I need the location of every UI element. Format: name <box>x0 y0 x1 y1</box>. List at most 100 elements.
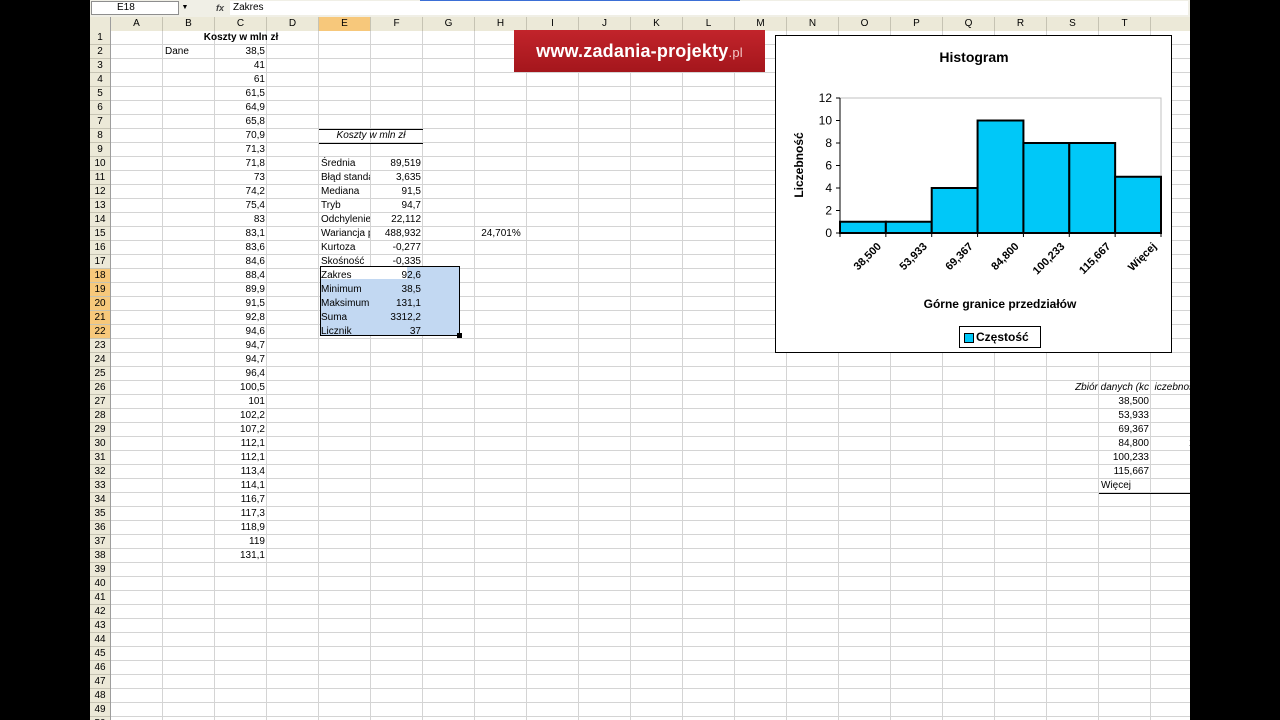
cell[interactable]: Skośność <box>321 255 370 269</box>
row-header[interactable]: 31 <box>90 451 110 465</box>
cell[interactable]: 91,5 <box>373 185 421 199</box>
column-header[interactable]: T <box>1099 17 1151 31</box>
select-all-corner[interactable] <box>90 17 111 31</box>
column-header[interactable]: A <box>111 17 163 31</box>
cell[interactable]: 96,4 <box>217 367 265 381</box>
fill-handle[interactable] <box>457 333 462 338</box>
row-header[interactable]: 40 <box>90 577 110 591</box>
cell[interactable]: Mediana <box>321 185 370 199</box>
cell[interactable]: 71,3 <box>217 143 265 157</box>
row-header[interactable]: 24 <box>90 353 110 367</box>
row-header[interactable]: 38 <box>90 549 110 563</box>
row-header[interactable]: 4 <box>90 73 110 87</box>
cell[interactable]: Maksimum <box>321 297 370 311</box>
cell[interactable]: 83,6 <box>217 241 265 255</box>
row-header[interactable]: 2 <box>90 45 110 59</box>
cell[interactable]: 64,9 <box>217 101 265 115</box>
cell[interactable]: 70,9 <box>217 129 265 143</box>
column-header[interactable]: R <box>995 17 1047 31</box>
column-header[interactable]: Q <box>943 17 995 31</box>
cell[interactable]: 89,519 <box>373 157 421 171</box>
row-header[interactable]: 17 <box>90 255 110 269</box>
row-header[interactable]: 21 <box>90 311 110 325</box>
cell[interactable]: 53,933 <box>1101 409 1149 423</box>
cell[interactable]: 41 <box>217 59 265 73</box>
cell[interactable]: 119 <box>217 535 265 549</box>
cell[interactable]: 38,5 <box>373 283 421 297</box>
cell[interactable]: 114,1 <box>217 479 265 493</box>
row-header[interactable]: 41 <box>90 591 110 605</box>
chart-legend[interactable]: Częstość <box>959 326 1041 348</box>
cell[interactable]: Średnia <box>321 157 370 171</box>
row-header[interactable]: 6 <box>90 101 110 115</box>
function-icon[interactable]: fx <box>216 1 230 15</box>
row-header[interactable]: 44 <box>90 633 110 647</box>
row-header[interactable]: 15 <box>90 227 110 241</box>
cell[interactable]: 37 <box>373 325 421 339</box>
cell[interactable]: 91,5 <box>217 297 265 311</box>
name-box-dropdown-icon[interactable]: ▼ <box>180 1 190 15</box>
cell[interactable]: 112,1 <box>217 437 265 451</box>
column-header[interactable]: S <box>1047 17 1099 31</box>
cell[interactable]: 94,7 <box>217 353 265 367</box>
row-header[interactable]: 48 <box>90 689 110 703</box>
column-header[interactable]: G <box>423 17 475 31</box>
column-header[interactable]: K <box>631 17 683 31</box>
column-header[interactable]: O <box>839 17 891 31</box>
cell[interactable]: 100,5 <box>217 381 265 395</box>
column-header[interactable]: N <box>787 17 839 31</box>
column-header[interactable]: I <box>527 17 579 31</box>
row-header[interactable]: 8 <box>90 129 110 143</box>
cell[interactable]: 88,4 <box>217 269 265 283</box>
cell[interactable]: 488,932 <box>373 227 421 241</box>
cell[interactable]: 84,800 <box>1101 437 1149 451</box>
cell[interactable]: Kurtoza <box>321 241 370 255</box>
row-header[interactable]: 35 <box>90 507 110 521</box>
cell[interactable]: Tryb <box>321 199 370 213</box>
cell[interactable]: 107,2 <box>217 423 265 437</box>
column-header[interactable]: E <box>319 17 371 31</box>
cell[interactable]: 71,8 <box>217 157 265 171</box>
cell[interactable]: 38,5 <box>217 45 265 59</box>
row-header[interactable]: 45 <box>90 647 110 661</box>
cell[interactable]: 131,1 <box>373 297 421 311</box>
cell[interactable]: Koszty w mln zł <box>321 129 421 143</box>
row-header[interactable]: 43 <box>90 619 110 633</box>
cell[interactable]: Licznik <box>321 325 370 339</box>
cell[interactable]: 94,6 <box>217 325 265 339</box>
cell[interactable]: Minimum <box>321 283 370 297</box>
column-header[interactable]: J <box>579 17 631 31</box>
cell[interactable]: Suma <box>321 311 370 325</box>
column-header[interactable]: L <box>683 17 735 31</box>
cell[interactable]: 115,667 <box>1101 465 1149 479</box>
cell[interactable]: 61 <box>217 73 265 87</box>
row-header[interactable]: 27 <box>90 395 110 409</box>
column-header[interactable]: P <box>891 17 943 31</box>
cell[interactable]: 69,367 <box>1101 423 1149 437</box>
cell[interactable]: 4 <box>1153 423 1190 437</box>
cell[interactable]: -0,335 <box>373 255 421 269</box>
row-header[interactable]: 49 <box>90 703 110 717</box>
histogram-chart[interactable]: Histogram 0 2 4 6 8 10 12 38,500 53,933 69,367 84,8… <box>775 35 1172 353</box>
row-header[interactable]: 25 <box>90 367 110 381</box>
cell[interactable]: 38,500 <box>1101 395 1149 409</box>
cell[interactable]: iczebność <box>1149 381 1190 395</box>
cell[interactable]: 92,6 <box>373 269 421 283</box>
cell[interactable]: 117,3 <box>217 507 265 521</box>
cell[interactable]: 102,2 <box>217 409 265 423</box>
cell[interactable]: 83 <box>217 213 265 227</box>
column-header[interactable]: M <box>735 17 787 31</box>
cell[interactable]: 94,7 <box>217 339 265 353</box>
row-header[interactable]: 46 <box>90 661 110 675</box>
row-header[interactable]: 37 <box>90 535 110 549</box>
cell[interactable]: 131,1 <box>217 549 265 563</box>
cell[interactable]: 73 <box>217 171 265 185</box>
cell[interactable]: 118,9 <box>217 521 265 535</box>
row-header[interactable]: 42 <box>90 605 110 619</box>
cell[interactable]: Odchylenie standa <box>321 213 370 227</box>
row-header[interactable]: 14 <box>90 213 110 227</box>
name-box[interactable]: E18 <box>91 1 179 15</box>
cell[interactable]: 65,8 <box>217 115 265 129</box>
row-header[interactable]: 16 <box>90 241 110 255</box>
column-header[interactable]: B <box>163 17 215 31</box>
